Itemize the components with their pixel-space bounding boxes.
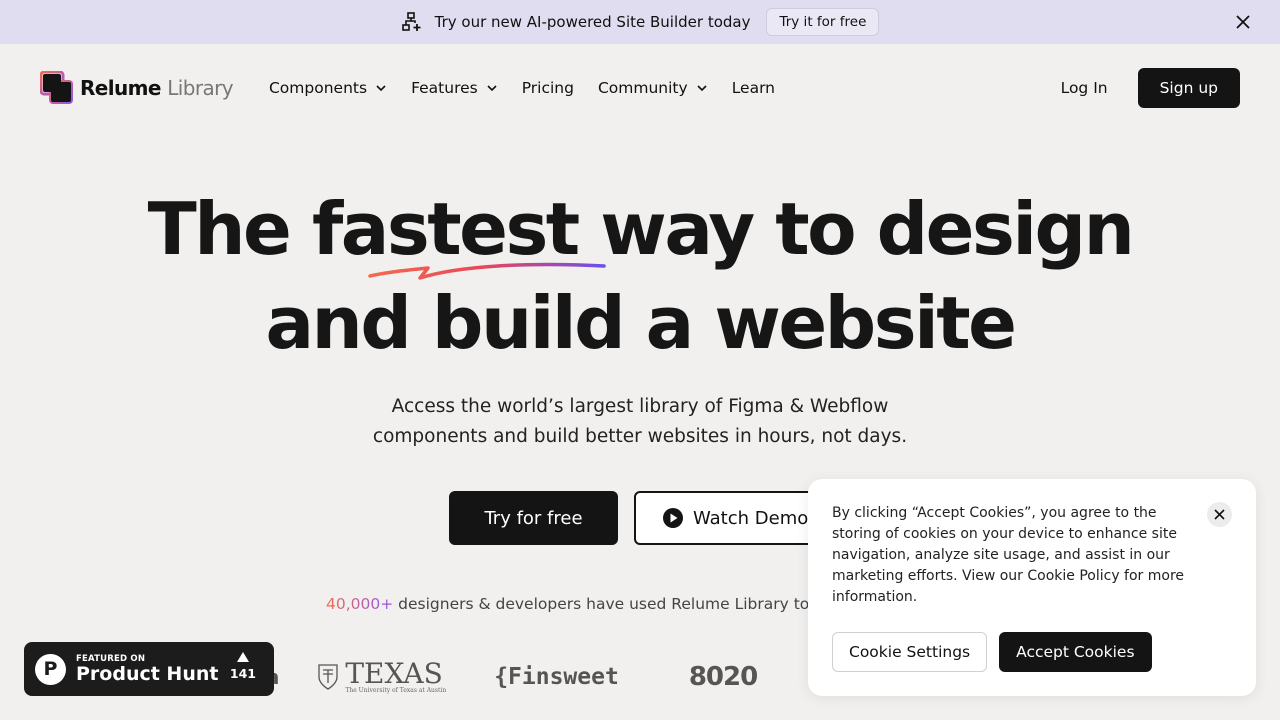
nav-features-label: Features [411, 79, 478, 97]
chevron-down-icon [376, 85, 386, 92]
logo-secondary: Library [167, 76, 233, 100]
login-link[interactable]: Log In [1061, 79, 1108, 97]
nav-links: Components Features Pricing Community Le… [269, 79, 775, 97]
cookie-settings-button[interactable]: Cookie Settings [832, 632, 988, 672]
accept-cookies-button[interactable]: Accept Cookies [999, 632, 1152, 672]
nav-features[interactable]: Features [411, 79, 498, 97]
chevron-down-icon [487, 85, 497, 92]
product-hunt-badge[interactable]: P FEATURED ON Product Hunt 141 [24, 642, 274, 696]
cookie-close-button[interactable] [1207, 502, 1232, 527]
product-hunt-icon: P [35, 653, 66, 685]
subtitle-line-2: components and build better websites in … [372, 426, 908, 447]
squiggle-underline-icon [368, 262, 606, 280]
try-for-free-button[interactable]: Try for free [449, 491, 618, 545]
ph-text: FEATURED ON Product Hunt [76, 654, 218, 684]
upvote-icon [236, 652, 249, 662]
watch-demo-button[interactable]: Watch Demo [634, 491, 834, 545]
texas-logo: TEXAS The University of Texas at Austin [317, 656, 447, 694]
cookie-text: By clicking “Accept Cookies”, you agree … [832, 505, 1185, 605]
nav-pricing[interactable]: Pricing [522, 79, 574, 97]
nav-actions: Log In Sign up [1061, 68, 1240, 108]
texas-seal-icon [318, 664, 339, 690]
user-count: 40,000+ [326, 595, 394, 613]
8020-logo: 8020 [688, 662, 758, 692]
texas-wordmark: TEXAS The University of Texas at Austin [345, 656, 447, 694]
announcement-banner: Try our new AI-powered Site Builder toda… [0, 0, 1280, 44]
logo-icon [39, 70, 74, 105]
ph-vote-count: 141 [229, 666, 256, 681]
cookie-consent-dialog: By clicking “Accept Cookies”, you agree … [808, 479, 1256, 696]
nav-components[interactable]: Components [269, 79, 387, 97]
nav-community[interactable]: Community [598, 79, 708, 97]
ph-votes: 141 [230, 652, 256, 681]
chevron-down-icon [697, 85, 707, 92]
main-nav: Relume Library Components Features Prici… [39, 68, 1240, 108]
sitemap-sparkle-icon [401, 11, 423, 33]
nav-components-label: Components [268, 79, 368, 97]
title-part-1: The [147, 187, 312, 271]
subtitle-line-1: Access the world’s largest library of Fi… [391, 396, 889, 417]
title-part-2: way to design [577, 187, 1135, 271]
play-icon [663, 508, 683, 528]
title-line-2: and build a website [265, 281, 1017, 365]
close-icon[interactable] [1234, 13, 1252, 31]
texas-word: TEXAS [345, 656, 443, 690]
logo-text: Relume Library [80, 76, 234, 100]
watch-demo-label: Watch Demo [693, 507, 809, 529]
nav-learn[interactable]: Learn [732, 79, 775, 97]
hero-subtitle: Access the world’s largest library of Fi… [0, 392, 1280, 452]
hero-cta-row: Try for free Watch Demo [449, 491, 834, 545]
relume-logo[interactable]: Relume Library [39, 70, 234, 105]
texas-sub: The University of Texas at Austin [345, 686, 447, 694]
nav-community-label: Community [597, 79, 688, 97]
try-site-builder-button[interactable]: Try it for free [766, 8, 880, 36]
customer-logos: ca TEXAS The University of Texas at Aust… [240, 655, 758, 699]
finsweet-logo: {Finsweet [494, 664, 619, 690]
hero-title: The fastest way to design and build a we… [0, 182, 1280, 370]
ph-name: Product Hunt [76, 663, 219, 685]
logo-primary: Relume [80, 76, 161, 100]
banner-text: Try our new AI-powered Site Builder toda… [434, 13, 751, 31]
close-icon [1214, 509, 1225, 520]
cookie-actions: Cookie Settings Accept Cookies [832, 632, 1152, 672]
signup-button[interactable]: Sign up [1137, 68, 1240, 108]
